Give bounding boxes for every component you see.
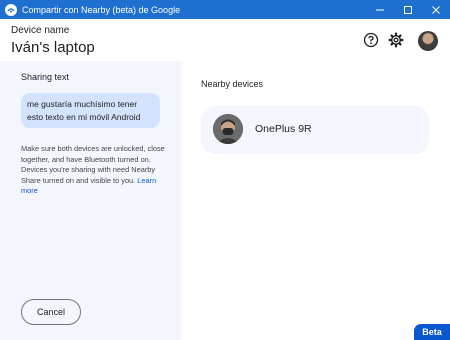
right-panel: Nearby devices OnePlus 9R: [181, 61, 450, 340]
minimize-icon[interactable]: [366, 0, 394, 19]
title-bar: Compartir con Nearby (beta) de Google: [0, 0, 450, 19]
beta-badge: Beta: [414, 324, 450, 340]
device-avatar: [213, 114, 243, 144]
device-card-name: OnePlus 9R: [255, 123, 312, 135]
help-icon[interactable]: [362, 31, 380, 49]
help-text: Make sure both devices are unlocked, clo…: [21, 144, 169, 197]
maximize-icon[interactable]: [394, 0, 422, 19]
left-panel: Sharing text me gustaría muchísimo tener…: [0, 61, 181, 340]
shared-text-bubble: me gustaría muchísimo tener esto texto e…: [21, 93, 160, 128]
avatar[interactable]: [418, 31, 438, 51]
window-title: Compartir con Nearby (beta) de Google: [22, 4, 181, 15]
header: Device name Iván's laptop: [0, 19, 450, 61]
window-controls: [366, 0, 450, 19]
device-name: Iván's laptop: [11, 39, 95, 56]
cancel-button[interactable]: Cancel: [21, 299, 81, 325]
nearby-devices-label: Nearby devices: [201, 79, 264, 89]
sharing-text-label: Sharing text: [21, 72, 70, 82]
device-card[interactable]: OnePlus 9R: [201, 106, 429, 154]
device-name-label: Device name: [11, 25, 70, 36]
nearby-share-icon: [5, 3, 17, 16]
settings-icon[interactable]: [387, 31, 405, 49]
close-icon[interactable]: [422, 0, 450, 19]
